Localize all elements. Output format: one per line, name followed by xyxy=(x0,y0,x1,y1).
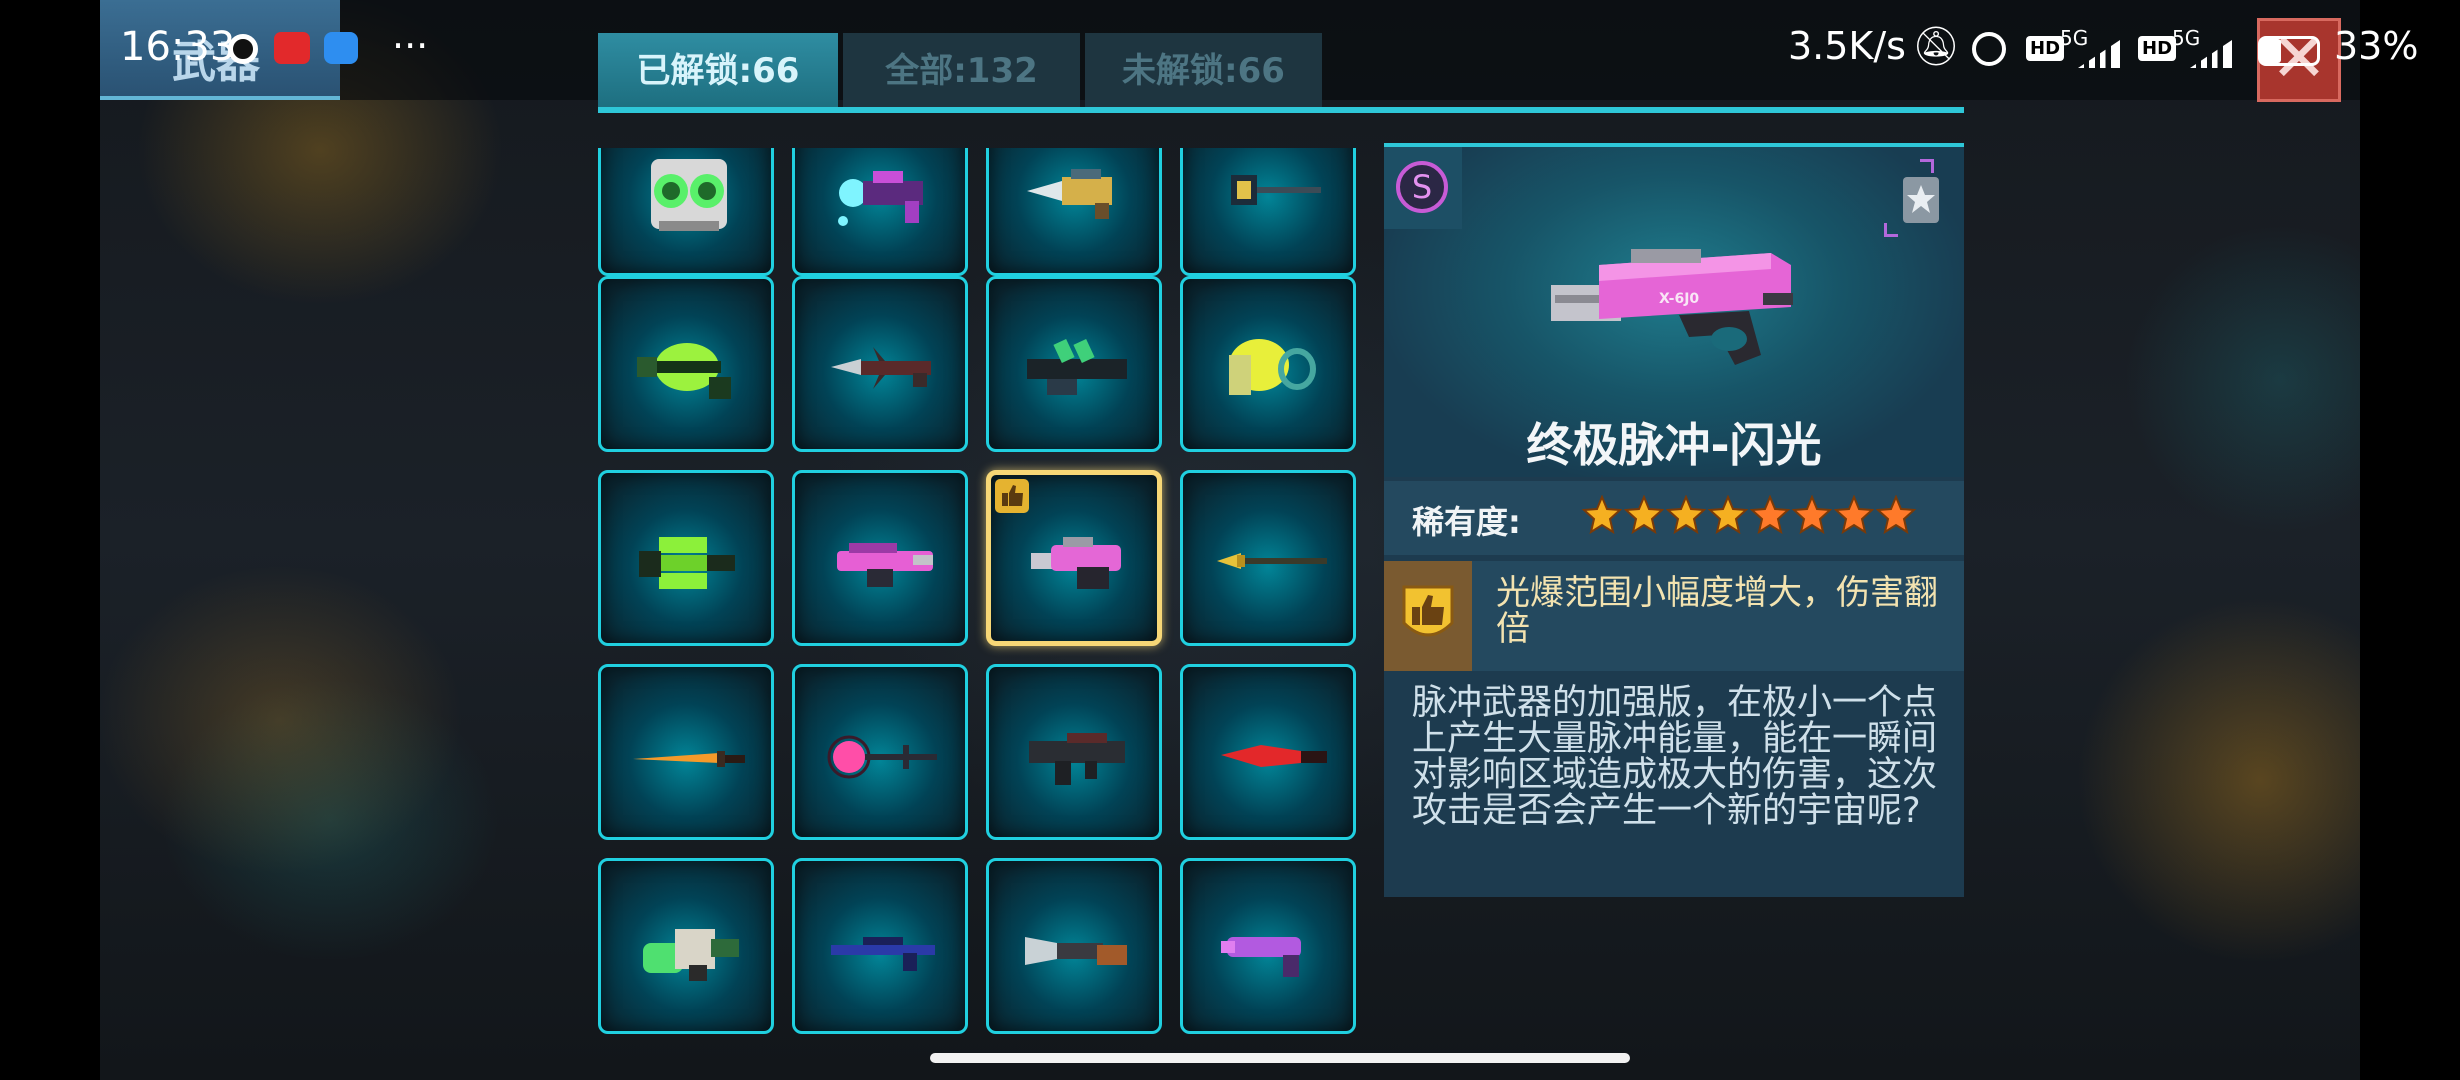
tab-all[interactable]: 全部:132 xyxy=(843,33,1080,109)
green-launcher-icon xyxy=(637,343,731,399)
weapon-detail-panel: S X-6J0 终极脉冲-闪光 稀有度: 光爆范围小幅度增大，伤害翻倍 脉冲武器… xyxy=(1384,143,1964,897)
rarity-star-icon xyxy=(1876,495,1916,535)
blue-sniper-icon xyxy=(831,937,935,971)
pulse-flash-icon xyxy=(1031,537,1121,589)
pink-orb-staff-icon xyxy=(827,735,937,779)
crossbow-icon xyxy=(831,347,931,389)
svg-text:X-6J0: X-6J0 xyxy=(1659,291,1699,307)
weapon-cell-crossbow[interactable] xyxy=(792,276,968,452)
weapon-cell-dark-rifle[interactable] xyxy=(986,276,1162,452)
weapon-cell-red-blade[interactable] xyxy=(1180,664,1356,840)
rank-letter: S xyxy=(1396,161,1448,213)
weapon-name: 终极脉冲-闪光 xyxy=(1526,418,1822,472)
rarity-star-icon xyxy=(1624,495,1664,535)
corner-bracket xyxy=(1884,223,1898,237)
green-cannon-icon xyxy=(651,159,727,231)
weapon-cell-green-launcher[interactable] xyxy=(598,276,774,452)
rarity-star-icon xyxy=(1750,495,1790,535)
perk-row: 光爆范围小幅度增大，伤害翻倍 xyxy=(1384,561,1964,671)
weapon-cell-plasma-blaster[interactable] xyxy=(792,148,968,276)
thumbs-up-icon xyxy=(1002,485,1023,506)
weapon-cell-pulse-flash-selected[interactable] xyxy=(986,470,1162,646)
weapon-grid[interactable] xyxy=(598,148,1358,1038)
medal-icon xyxy=(1903,177,1939,223)
weapon-cell-black-smg[interactable] xyxy=(986,664,1162,840)
thumbs-up-shield-icon xyxy=(1402,585,1454,637)
green-gatling-icon xyxy=(639,537,735,589)
page-title: 武器 xyxy=(172,37,260,88)
weapon-preview: S X-6J0 终极脉冲-闪光 xyxy=(1384,147,1964,477)
weapon-description: 脉冲武器的加强版，在极小一个点上产生大量脉冲能量，能在一瞬间对影响区域造成极大的… xyxy=(1412,683,1938,831)
weapon-cell-blue-sniper[interactable] xyxy=(792,858,968,1034)
page-title-badge: 武器 xyxy=(100,0,340,100)
pink-pulse-rifle-icon xyxy=(837,543,933,587)
rarity-star-icon xyxy=(1582,495,1622,535)
drill-gun-icon xyxy=(1027,169,1112,219)
yellow-blaster-icon xyxy=(1229,339,1316,395)
green-mech-gun-icon xyxy=(643,929,739,981)
weapon-cell-blunderbuss[interactable] xyxy=(986,858,1162,1034)
corner-bracket xyxy=(1920,159,1934,173)
recommended-thumb-badge xyxy=(995,479,1029,513)
weapon-cell-yellow-blaster[interactable] xyxy=(1180,276,1356,452)
plasma-blaster-icon xyxy=(838,171,923,226)
letterbox-left xyxy=(0,0,100,1080)
tab-unlocked[interactable]: 已解锁:66 xyxy=(598,33,838,109)
red-blade-icon xyxy=(1221,745,1327,767)
weapon-cell-flame-sword[interactable] xyxy=(598,664,774,840)
pulse-flash-weapon-art: X-6J0 xyxy=(1551,249,1793,365)
golden-spear-icon xyxy=(1217,553,1327,569)
weapon-cell-golden-spear[interactable] xyxy=(1180,470,1356,646)
close-button[interactable]: ✕ xyxy=(2257,18,2341,102)
tab-underline xyxy=(598,107,1964,113)
blunderbuss-icon xyxy=(1025,937,1127,965)
black-smg-icon xyxy=(1029,733,1125,785)
weapon-cell-drill-gun[interactable] xyxy=(986,148,1162,276)
home-indicator[interactable] xyxy=(930,1053,1630,1063)
rarity-star-icon xyxy=(1792,495,1832,535)
tab-locked[interactable]: 未解锁:66 xyxy=(1085,33,1322,109)
weapon-cell-green-mech-gun[interactable] xyxy=(598,858,774,1034)
purple-pistol-icon xyxy=(1221,937,1301,977)
weapon-cell-pink-orb-staff[interactable] xyxy=(792,664,968,840)
weapon-cell-pink-pulse-rifle[interactable] xyxy=(792,470,968,646)
weapon-cell-purple-pistol[interactable] xyxy=(1180,858,1356,1034)
rarity-label: 稀有度: xyxy=(1412,503,1521,541)
weapon-cell-hammer-rifle[interactable] xyxy=(1180,148,1356,276)
perk-icon-box xyxy=(1384,561,1472,671)
rarity-star-icon xyxy=(1834,495,1874,535)
flame-sword-icon xyxy=(633,751,745,767)
close-x-icon: ✕ xyxy=(2270,19,2328,98)
dark-rifle-icon xyxy=(1027,338,1127,395)
hammer-rifle-icon xyxy=(1231,175,1321,205)
filter-tabs: 已解锁:66 全部:132 未解锁:66 xyxy=(598,33,1964,113)
rarity-row: 稀有度: xyxy=(1384,481,1964,555)
letterbox-right xyxy=(2360,0,2460,1080)
rarity-star-icon xyxy=(1666,495,1706,535)
rank-badge: S xyxy=(1384,147,1462,229)
rarity-star-icon xyxy=(1708,495,1748,535)
weapon-cell-green-gatling[interactable] xyxy=(598,470,774,646)
perk-description: 光爆范围小幅度增大，伤害翻倍 xyxy=(1496,573,1938,649)
weapon-cell-green-cannon[interactable] xyxy=(598,148,774,276)
